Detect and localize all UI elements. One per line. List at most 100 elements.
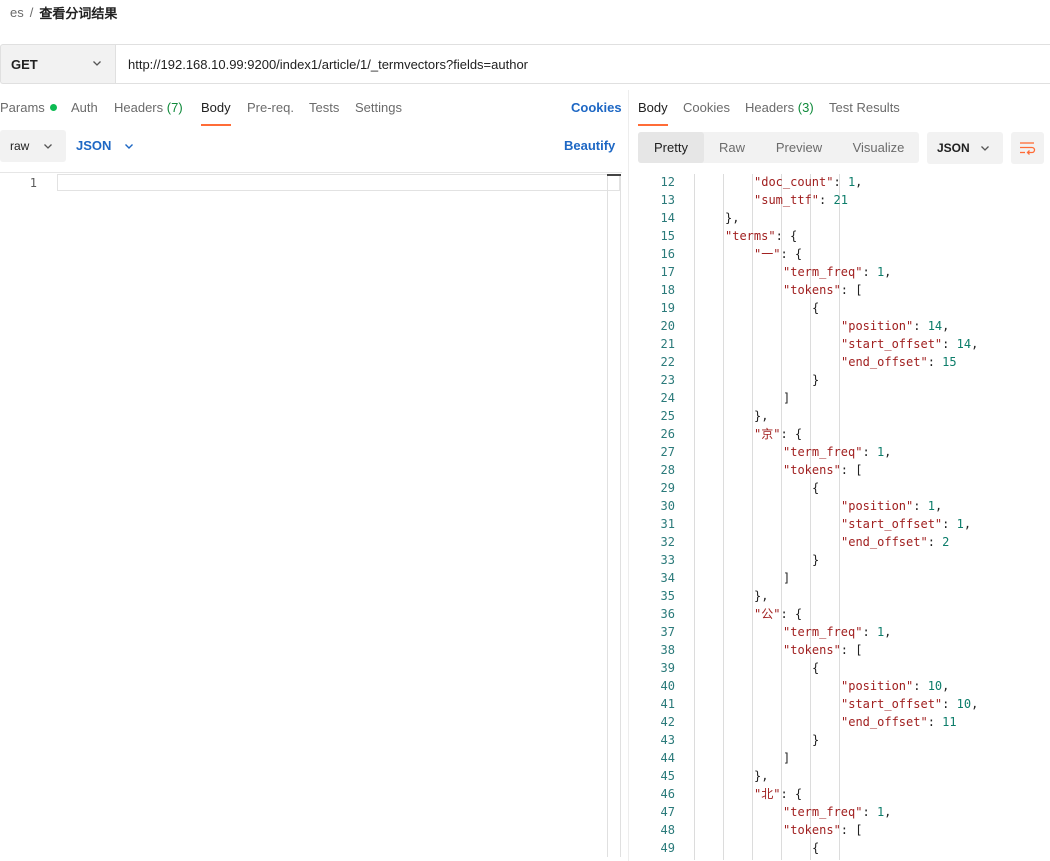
response-tab-cookies[interactable]: Cookies	[683, 100, 730, 126]
response-line-number: 42	[660, 715, 675, 729]
response-line: 22 "end_offset": 15	[638, 353, 1050, 371]
chevron-down-icon	[981, 146, 989, 151]
tab-body[interactable]: Body	[201, 100, 231, 126]
response-line-text: "tokens": [	[783, 281, 862, 299]
tab-settings[interactable]: Settings	[355, 100, 402, 126]
json-key: "end_offset"	[841, 355, 928, 369]
beautify-button[interactable]: Beautify	[564, 138, 615, 153]
response-line-text: "position": 1,	[841, 497, 942, 515]
chevron-down-icon	[125, 143, 134, 149]
json-separator: :	[862, 805, 877, 819]
json-separator: : {	[780, 607, 803, 621]
request-body-editor[interactable]	[0, 172, 622, 859]
json-key: "tokens"	[783, 823, 841, 837]
view-mode-visualize[interactable]: Visualize	[838, 132, 919, 163]
json-punctuation: {	[812, 841, 820, 855]
response-line: 24]	[638, 389, 1050, 407]
response-line-number: 31	[660, 517, 675, 531]
response-line-text: "tokens": [	[783, 641, 862, 659]
json-key: "一"	[754, 247, 781, 261]
editor-scrollbar[interactable]	[607, 174, 621, 857]
response-line-text: "position": 14,	[841, 317, 949, 335]
response-format-select[interactable]: JSON	[927, 132, 1003, 164]
json-key: "sum_ttf"	[754, 193, 820, 207]
response-line: 40 "position": 10,	[638, 677, 1050, 695]
tab-params[interactable]: Params	[0, 100, 57, 126]
json-number: 11	[942, 715, 957, 729]
json-key: "start_offset"	[841, 517, 943, 531]
response-line-text: },	[754, 767, 768, 785]
response-line-number: 36	[660, 607, 675, 621]
response-tab-headers[interactable]: Headers (3)	[745, 100, 814, 126]
tab-body-label: Body	[201, 100, 231, 115]
response-line: 31 "start_offset": 1,	[638, 515, 1050, 533]
response-line-text: "京": {	[754, 425, 802, 443]
response-line-number: 30	[660, 499, 675, 513]
json-key: "end_offset"	[841, 715, 928, 729]
json-separator: : {	[780, 427, 803, 441]
request-name[interactable]: 查看分词结果	[39, 3, 117, 22]
json-number: 2	[942, 535, 950, 549]
json-number: 14	[956, 337, 972, 351]
editor-active-line[interactable]	[57, 174, 620, 191]
json-punctuation: ]	[783, 391, 791, 405]
response-line-number: 46	[660, 787, 675, 801]
breadcrumb-collection[interactable]: es	[10, 5, 24, 20]
json-separator: :	[942, 517, 957, 531]
view-mode-preview[interactable]: Preview	[760, 132, 838, 163]
tab-tests-label: Tests	[309, 100, 340, 115]
response-body-viewer[interactable]: 12 "doc_count": 1, 13 "sum_ttf": 21 14}, 15 "t…	[638, 174, 1050, 860]
view-mode-pretty[interactable]: Pretty	[638, 132, 704, 163]
response-line-number: 33	[660, 553, 675, 567]
response-line-text: {	[812, 659, 819, 677]
json-number: 14	[927, 319, 943, 333]
response-line-number: 35	[660, 589, 675, 603]
response-tab-test-results[interactable]: Test Results	[829, 100, 900, 126]
json-separator: : {	[780, 247, 803, 261]
response-line-number: 19	[660, 301, 675, 315]
url-input[interactable]: http://192.168.10.99:9200/index1/article…	[115, 44, 1050, 84]
tab-auth[interactable]: Auth	[71, 100, 98, 126]
body-mode-label: raw	[10, 139, 30, 153]
response-line: 47 "term_freq": 1,	[638, 803, 1050, 821]
tab-tests[interactable]: Tests	[309, 100, 339, 126]
tab-headers-label: Headers	[114, 100, 164, 115]
tab-headers[interactable]: Headers (7)	[114, 100, 183, 126]
json-separator: :	[913, 319, 928, 333]
json-punctuation: },	[754, 409, 769, 423]
view-mode-raw[interactable]: Raw	[704, 132, 760, 163]
json-separator: :	[913, 679, 928, 693]
json-comma: ,	[942, 319, 950, 333]
editor-scrollbar-thumb[interactable]	[607, 174, 621, 176]
response-line-number: 23	[660, 373, 675, 387]
response-line-number: 20	[660, 319, 675, 333]
body-mode-select[interactable]: raw	[0, 130, 66, 162]
response-line: 32 "end_offset": 2	[638, 533, 1050, 551]
chevron-down-icon	[44, 144, 52, 149]
json-separator: : {	[775, 229, 798, 243]
json-separator: :	[927, 355, 943, 369]
wrap-lines-button[interactable]	[1011, 132, 1044, 164]
response-line-number: 26	[660, 427, 675, 441]
response-line-text: }	[812, 551, 819, 569]
json-key: "term_freq"	[783, 805, 863, 819]
response-line: 45},	[638, 767, 1050, 785]
cookies-link[interactable]: Cookies	[571, 100, 622, 115]
body-language-label: JSON	[76, 138, 112, 153]
response-line: 17 "term_freq": 1,	[638, 263, 1050, 281]
json-punctuation: },	[725, 211, 740, 225]
response-line-text: },	[725, 209, 739, 227]
json-comma: ,	[884, 265, 892, 279]
response-line-text: ]	[783, 749, 790, 767]
method-select[interactable]: GET	[0, 44, 115, 84]
response-line: 25},	[638, 407, 1050, 425]
response-line-text: "公": {	[754, 605, 802, 623]
json-separator: :	[862, 625, 877, 639]
response-line-text: ]	[783, 569, 790, 587]
body-language-select[interactable]: JSON	[76, 138, 135, 153]
json-separator: :	[862, 265, 877, 279]
editor-line-number: 1	[29, 176, 37, 190]
tab-prerequest[interactable]: Pre-req.	[247, 100, 294, 126]
pane-divider[interactable]	[628, 90, 629, 861]
response-tab-body[interactable]: Body	[638, 100, 668, 126]
